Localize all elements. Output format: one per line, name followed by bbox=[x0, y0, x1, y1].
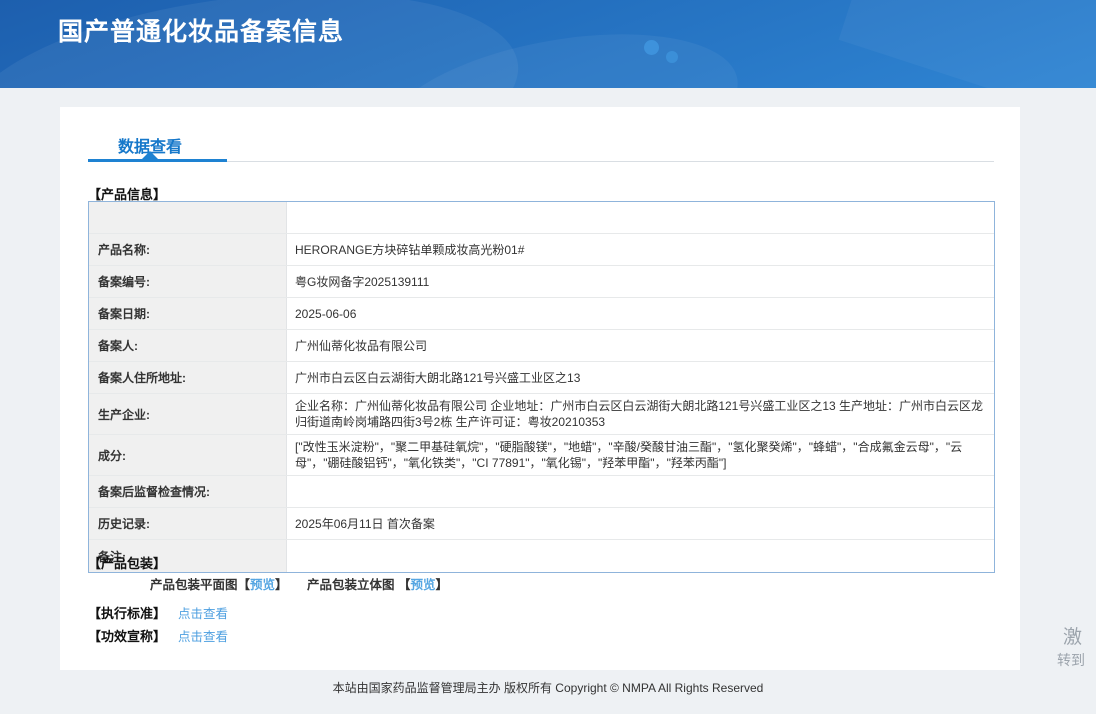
content-card: 数据查看 【产品信息】 产品名称: HERORANGE方块碎钻单颗成妆高光粉01… bbox=[60, 107, 1020, 670]
row-value: 广州市白云区白云湖街大朗北路121号兴盛工业区之13 bbox=[295, 370, 581, 385]
section-title-standards: 【执行标准】 bbox=[88, 606, 167, 621]
page: { "header": { "title": "国产普通化妆品备案信息" }, … bbox=[0, 0, 1096, 714]
packaging-flat-item: 产品包装平面图【预览】 bbox=[150, 574, 288, 593]
row-label: 备案编号: bbox=[89, 266, 287, 297]
row-label: 备案人: bbox=[89, 330, 287, 361]
row-value: 粤G妆网备字2025139111 bbox=[295, 274, 430, 289]
row-value bbox=[287, 540, 994, 572]
table-row: 备案人住所地址: 广州市白云区白云湖街大朗北路121号兴盛工业区之13 bbox=[89, 362, 994, 394]
table-row: 备注: bbox=[89, 540, 994, 572]
row-value: 企业名称：广州仙蒂化妆品有限公司 企业地址：广州市白云区白云湖街大朗北路121号… bbox=[295, 399, 984, 429]
packaging-solid-preview-link[interactable]: 预览 bbox=[410, 578, 435, 592]
row-label: 产品名称: bbox=[89, 234, 287, 265]
table-row: 生产企业: 企业名称：广州仙蒂化妆品有限公司 企业地址：广州市白云区白云湖街大朗… bbox=[89, 394, 994, 435]
table-row: 备案编号: 粤G妆网备字2025139111 bbox=[89, 266, 994, 298]
efficacy-row: 【功效宣称】 点击查看 bbox=[88, 626, 228, 645]
tab-active-underline bbox=[88, 159, 227, 162]
packaging-solid-label: 产品包装立体图 【 bbox=[307, 578, 411, 592]
table-row: 备案后监督检查情况: bbox=[89, 476, 994, 508]
page-title: 国产普通化妆品备案信息 bbox=[58, 18, 345, 46]
row-label: 生产企业: bbox=[89, 394, 287, 434]
product-info-table: 产品名称: HERORANGE方块碎钻单颗成妆高光粉01# 备案编号: 粤G妆网… bbox=[88, 201, 995, 573]
banner-decoration-dot bbox=[644, 40, 659, 55]
footer-copyright-text: 本站由国家药品监督管理局主办 版权所有 Copyright © NMPA All… bbox=[332, 681, 764, 695]
efficacy-view-link[interactable]: 点击查看 bbox=[178, 630, 228, 644]
page-header-banner: 国产普通化妆品备案信息 bbox=[0, 0, 1096, 88]
standards-view-link[interactable]: 点击查看 bbox=[178, 607, 228, 621]
row-value bbox=[287, 476, 994, 507]
table-row: 备案人: 广州仙蒂化妆品有限公司 bbox=[89, 330, 994, 362]
table-row: 历史记录: 2025年06月11日 首次备案 bbox=[89, 508, 994, 540]
row-value: 2025年06月11日 首次备案 bbox=[295, 516, 435, 531]
packaging-flat-preview-link[interactable]: 预览 bbox=[250, 578, 275, 592]
packaging-solid-item: 产品包装立体图 【预览】 bbox=[307, 574, 448, 593]
section-title-efficacy: 【功效宣称】 bbox=[88, 629, 167, 644]
row-value: 2025-06-06 bbox=[295, 306, 357, 321]
row-label: 成分: bbox=[89, 435, 287, 475]
packaging-flat-label: 产品包装平面图【 bbox=[150, 578, 251, 592]
table-row: 成分: ["改性玉米淀粉"，"聚二甲基硅氧烷"，"硬脂酸镁"，"地蜡"，"辛酸/… bbox=[89, 435, 994, 476]
packaging-solid-suffix: 】 bbox=[435, 578, 449, 592]
page-footer: 本站由国家药品监督管理局主办 版权所有 Copyright © NMPA All… bbox=[0, 670, 1096, 714]
activation-watermark-line2: 转到 bbox=[1057, 652, 1085, 668]
row-label: 备案后监督检查情况: bbox=[89, 476, 287, 507]
row-label bbox=[89, 202, 287, 233]
activation-watermark-line1: 激 bbox=[1063, 627, 1083, 648]
row-label: 历史记录: bbox=[89, 508, 287, 539]
packaging-flat-suffix: 】 bbox=[275, 578, 288, 592]
table-row: 产品名称: HERORANGE方块碎钻单颗成妆高光粉01# bbox=[89, 234, 994, 266]
banner-decoration-shape bbox=[838, 0, 1096, 88]
row-value: HERORANGE方块碎钻单颗成妆高光粉01# bbox=[295, 242, 525, 257]
row-value: ["改性玉米淀粉"，"聚二甲基硅氧烷"，"硬脂酸镁"，"地蜡"，"辛酸/癸酸甘油… bbox=[295, 440, 963, 470]
banner-decoration-dot bbox=[666, 51, 678, 63]
standards-row: 【执行标准】 点击查看 bbox=[88, 603, 228, 622]
section-title-packaging: 【产品包装】 bbox=[88, 556, 167, 571]
table-row bbox=[89, 202, 994, 234]
row-value bbox=[287, 202, 994, 233]
row-label: 备案日期: bbox=[89, 298, 287, 329]
row-value: 广州仙蒂化妆品有限公司 bbox=[295, 338, 428, 353]
table-row: 备案日期: 2025-06-06 bbox=[89, 298, 994, 330]
row-label: 备案人住所地址: bbox=[89, 362, 287, 393]
tab-active-caret bbox=[142, 151, 158, 159]
